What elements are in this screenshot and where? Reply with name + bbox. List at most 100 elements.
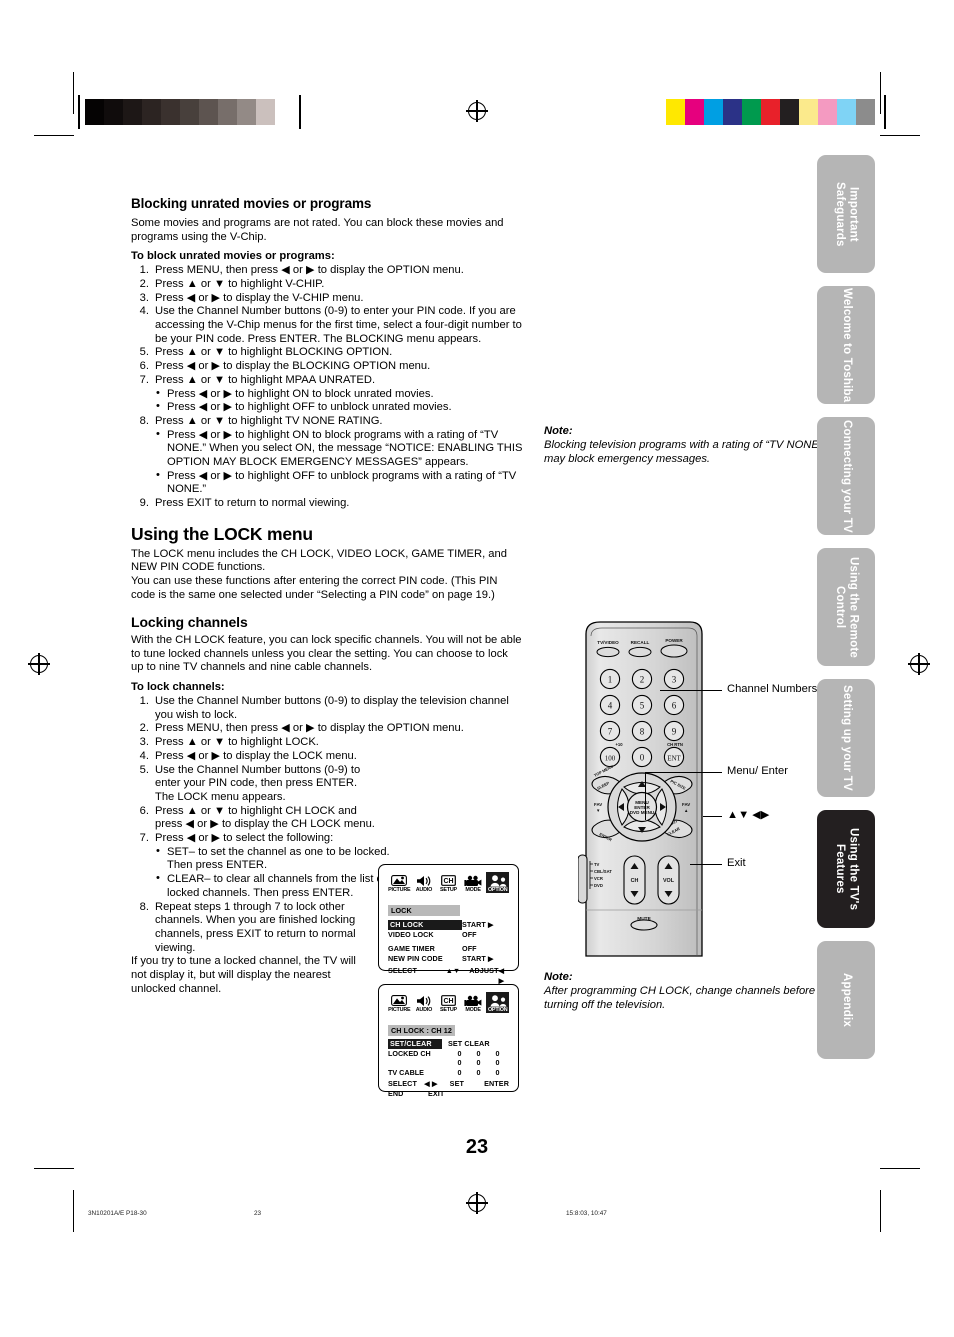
osd-grid-cell: 0 [495, 1067, 500, 1077]
colorbar-swatch [818, 99, 837, 125]
blocking-lead: To block unrated movies or programs: [131, 250, 335, 263]
colorbar-swatch [837, 99, 856, 125]
step-text: Press ◀ or ▶ to display the V-CHIP menu. [155, 291, 364, 304]
osd-grid-row: 0 0 0 [450, 1049, 507, 1059]
footer-left: 3N10201A/E P18-30 [88, 1210, 147, 1217]
section-tab-using-the-tv-s-features[interactable]: Using the TV's Features [817, 810, 875, 928]
list-item: Press ◀ or ▶ to highlight ON to block pr… [155, 428, 523, 470]
bullet-text: Press ◀ or ▶ to highlight ON to block pr… [167, 428, 523, 469]
setup-icon[interactable]: CH SETUP [437, 872, 460, 893]
osd-menu-row[interactable]: NEW PIN CODE START ▶ [388, 954, 509, 964]
svg-text:TV/VIDEO: TV/VIDEO [597, 640, 619, 645]
colorbar-swatch [256, 99, 275, 125]
step-text: Press ▲ or ▼ to highlight BLOCKING OPTIO… [155, 346, 393, 359]
step-text: Press MENU, then press ◀ or ▶ to display… [155, 722, 464, 735]
mode-icon[interactable]: MODE [462, 992, 485, 1013]
osd-select-label: SELECT [388, 966, 417, 975]
section-tab-important-safeguards[interactable]: Important Safeguards [817, 155, 875, 273]
osd-icon-label: OPTION [487, 1007, 508, 1013]
blocking-bullets-8: Press ◀ or ▶ to highlight ON to block pr… [155, 428, 523, 498]
osd-menu-row[interactable]: GAME TIMER OFF [388, 944, 509, 954]
osd-set-label: SET [449, 1079, 464, 1088]
list-item: CLEAR– to clear all channels from the li… [155, 872, 395, 900]
svg-text:ENT: ENT [667, 755, 681, 763]
grayscale-colorbar [85, 99, 294, 125]
note-label: Note: [544, 425, 573, 437]
leader-line-arrows [703, 816, 722, 817]
manual-page: Blocking unrated movies or programs Some… [0, 0, 954, 1337]
setup-icon[interactable]: CH SETUP [437, 992, 460, 1013]
section-tab-label: Important Safeguards [834, 181, 860, 247]
osd-chlock-title: CH LOCK : CH 12 [388, 1025, 456, 1036]
colorbar-swatch [666, 99, 685, 125]
callout-exit: Exit [727, 857, 746, 871]
osd-locked-grid: LOCKED CH TV CABLE 000000000 [388, 1049, 509, 1078]
colorbar-swatch [180, 99, 199, 125]
colorbar-swatch [685, 99, 704, 125]
list-item: 8. Repeat steps 1 through 7 to lock other… [139, 900, 356, 954]
blocking-bullets-7: Press ◀ or ▶ to highlight ON to block un… [155, 387, 523, 415]
callout-label: Menu/ Enter [727, 765, 788, 777]
osd-icon-label: MODE [465, 1007, 481, 1013]
colorbar-swatch [742, 99, 761, 125]
osd-menu-row[interactable]: VIDEO LOCK OFF [388, 930, 509, 940]
step-text: Press ◀ or ▶ to select the following: [155, 832, 334, 845]
osd-icon-label: SETUP [439, 887, 457, 893]
option-icon[interactable]: OPTION [486, 872, 509, 893]
osd-ch-lock-menu: PICTURE AUDIO CH SETUP MODE OPTION CH LOCK : … [378, 984, 519, 1098]
colorbar-rule-right [884, 95, 886, 129]
bullet-text: Press ◀ or ▶ to highlight ON to block un… [167, 387, 434, 400]
section-tab-connecting-your-tv[interactable]: Connecting your TV [817, 417, 875, 535]
footer-right: 15:8:03, 10:47 [566, 1210, 607, 1217]
svg-text:7: 7 [608, 727, 613, 737]
note-text: Blocking television programs with a rati… [544, 439, 823, 465]
osd-setclear-highlight: SET/CLEAR [388, 1039, 442, 1049]
colorbar-swatch [799, 99, 818, 125]
picture-icon[interactable]: PICTURE [388, 872, 411, 893]
osd-lock-rows: CH LOCK START ▶ VIDEO LOCK OFF GAME TIMER OFF… [388, 920, 509, 963]
step-text: Press ◀ or ▶ to display the LOCK menu. [155, 749, 357, 762]
osd-select-label: SELECT [388, 1079, 417, 1088]
svg-text:FAV: FAV [594, 802, 602, 807]
callout-label: Exit [727, 857, 746, 869]
option-icon[interactable]: OPTION [486, 992, 509, 1013]
colorbar-rule-left [78, 95, 80, 129]
mode-icon[interactable]: MODE [462, 872, 485, 893]
list-item: Press ◀ or ▶ to highlight ON to block un… [155, 387, 523, 402]
page-number-value: 23 [465, 1136, 489, 1158]
mode-icon-glyph [464, 994, 482, 1007]
svg-text:▼: ▼ [596, 808, 600, 813]
osd-end-label: END [388, 1088, 404, 1098]
osd-grid-cell: 0 [495, 1058, 500, 1067]
heading-locking-channels: Locking channels [131, 614, 248, 631]
osd-grid-row: 0 0 0 [450, 1058, 507, 1068]
osd-setclear-row: SET/CLEAR SET CLEAR [388, 1039, 509, 1049]
svg-text:5: 5 [640, 701, 645, 711]
audio-icon[interactable]: AUDIO [413, 992, 436, 1013]
osd-row-label: GAME TIMER [388, 944, 435, 953]
list-item: 4. Use the Channel Number buttons (0-9) t… [139, 305, 522, 345]
osd-lock-footer: SELECT ▲▼ ADJUST ◀ ▶ [388, 966, 509, 985]
osd-locked-ch-label: LOCKED CH [388, 1048, 431, 1058]
osd-row-label: VIDEO LOCK [388, 929, 434, 939]
osd-menu-row[interactable]: CH LOCK START ▶ [388, 920, 509, 930]
picture-icon[interactable]: PICTURE [388, 992, 411, 1013]
option-icon-glyph [489, 994, 507, 1007]
callout-menu-enter: Menu/ Enter [727, 765, 788, 779]
section-tab-using-the-remote-control[interactable]: Using the Remote Control [817, 548, 875, 666]
audio-icon-glyph [416, 874, 432, 887]
section-tab-setting-up-your-tv[interactable]: Setting up your TV [817, 679, 875, 797]
step-text: Use the Channel Number buttons (0-9) to … [155, 763, 361, 803]
section-tab-welcome-to-toshiba[interactable]: Welcome to Toshiba [817, 286, 875, 404]
osd-zero-grid: 000000000 [450, 1049, 507, 1078]
list-item: 7. Press ▲ or ▼ to highlight MPAA UNRATED… [131, 374, 523, 415]
osd-row-value: OFF [462, 929, 477, 939]
section-tab-appendix[interactable]: Appendix [817, 941, 875, 1059]
list-item: 2. Press ▲ or ▼ to highlight V-CHIP. [139, 277, 325, 290]
list-item: 3. Press ◀ or ▶ to display the V-CHIP men… [139, 291, 364, 304]
section-tab-label: Using the Remote Control [834, 556, 860, 658]
svg-text:4: 4 [608, 701, 613, 711]
osd-select-value: ◀ ▶ [424, 1079, 438, 1088]
audio-icon[interactable]: AUDIO [413, 872, 436, 893]
audio-icon-glyph [416, 994, 432, 1007]
